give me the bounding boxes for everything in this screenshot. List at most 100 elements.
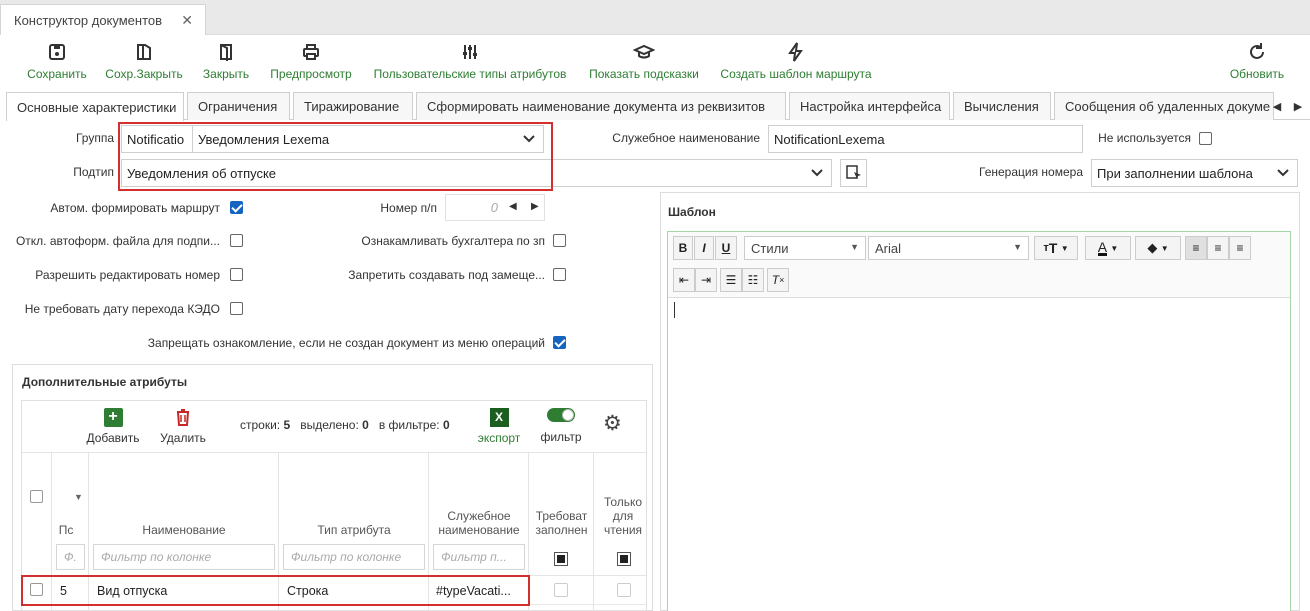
lightning-icon [788,42,803,62]
tabs-next-icon[interactable]: ▶ [1287,92,1309,120]
excel-icon: X [489,408,509,427]
header-required-line2[interactable]: заполнен [529,523,594,537]
create-route-template-button[interactable]: Создать шаблон маршрута [716,38,876,82]
header-pos[interactable]: Пс [52,523,80,537]
save-close-button[interactable]: Сохр.Закрыть [102,38,186,82]
indent-icon[interactable]: ⇥ [695,268,717,292]
cell-service: #typeVacati... [436,584,511,598]
header-service-line1[interactable]: Служебное [429,509,529,523]
tab-deleted-messages[interactable]: Сообщения об удаленных докуме [1054,92,1274,120]
group-code-field[interactable]: Notificatio [121,125,193,153]
auto-route-checkbox[interactable] [230,201,243,214]
header-service-line2[interactable]: наименование [429,523,529,537]
graduation-cap-icon [633,44,655,59]
tab-restrictions[interactable]: Ограничения [187,92,290,120]
bullet-list-icon[interactable]: ☰ [720,268,742,292]
sliders-icon [463,45,477,59]
tabs-prev-icon[interactable]: ◀ [1266,92,1288,120]
subtype-select[interactable]: Уведомления об отпуске [121,159,832,187]
filter-type-input[interactable]: Фильтр по колонке [283,544,425,570]
tab-replication[interactable]: Тиражирование [293,92,413,120]
forbid-acquaint-checkbox[interactable] [553,336,566,349]
chevron-down-icon: ▼ [850,242,859,252]
header-name[interactable]: Наименование [89,523,279,537]
spinner-decrease-icon[interactable]: ◀ [509,201,517,212]
italic-button[interactable]: I [694,236,714,260]
filter-readonly-checkbox[interactable] [617,552,631,566]
no-kedo-date-label: Не требовать дату перехода КЭДО [24,302,220,316]
number-spinner[interactable]: 0 [445,194,545,221]
tab-main[interactable]: Основные характеристики [6,92,184,121]
underline-button[interactable]: U [715,236,737,260]
group-select[interactable]: Уведомления Lexema [192,125,544,153]
background-color-icon[interactable]: ◆ ▼ [1135,236,1181,260]
number-generation-select[interactable]: При заполнении шаблона [1091,159,1298,187]
document-tab[interactable]: Конструктор документов ✕ [0,4,206,35]
header-readonly-line1[interactable]: Только [594,495,652,509]
template-title: Шаблон [668,205,716,219]
select-all-checkbox[interactable] [30,490,43,503]
header-required-line1[interactable]: Требоват [529,509,594,523]
header-type[interactable]: Тип атрибута [279,523,429,537]
bold-button[interactable]: B [673,236,693,260]
styles-select[interactable]: Стили ▼ [744,236,866,260]
cell-required-checkbox[interactable] [554,583,568,597]
refresh-button[interactable]: Обновить [1226,38,1288,82]
clear-format-icon[interactable]: T × [767,268,789,292]
preview-button[interactable]: Предпросмотр [266,38,356,82]
disable-autoform-checkbox[interactable] [230,234,243,247]
header-readonly-line2[interactable]: для [594,509,652,523]
cell-readonly-checkbox[interactable] [617,583,631,597]
spinner-increase-icon[interactable]: ▶ [531,201,539,212]
acquaint-accountant-checkbox[interactable] [553,234,566,247]
export-button[interactable]: X экспорт [474,408,524,445]
plus-icon: + [103,408,123,427]
no-kedo-date-checkbox[interactable] [230,302,243,315]
custom-attribute-types-button[interactable]: Пользовательские типы атрибутов [368,38,572,82]
not-used-checkbox[interactable] [1199,132,1212,145]
acquaint-accountant-label: Ознакамливать бухгалтера по зп [361,234,545,248]
add-attribute-button[interactable]: + Добавить [84,408,142,445]
save-button[interactable]: Сохранить [22,38,92,82]
delete-attribute-button[interactable]: Удалить [156,408,210,445]
font-size-icon[interactable]: тT ▼ [1034,236,1078,260]
auto-route-label: Автом. формировать маршрут [50,201,220,215]
number-generation-label: Генерация номера [979,165,1083,179]
font-select[interactable]: Arial ▼ [868,236,1029,260]
subtype-label: Подтип [73,165,114,179]
close-button[interactable]: Закрыть [198,38,254,82]
refresh-icon [1250,43,1264,59]
printer-icon [303,44,319,60]
cell-pos: 5 [60,584,67,598]
filter-required-checkbox[interactable] [554,552,568,566]
allow-edit-number-checkbox[interactable] [230,268,243,281]
align-right-icon[interactable]: ≡ [1229,236,1251,260]
filter-toggle[interactable]: фильтр [536,408,586,444]
service-name-input[interactable]: NotificationLexema [768,125,1083,153]
sort-caret-icon[interactable]: ▼ [74,492,83,502]
filter-service-input[interactable]: Фильтр п... [433,544,525,570]
align-left-icon[interactable]: ≡ [1185,236,1207,260]
text-color-icon[interactable]: A ▼ [1085,236,1131,260]
forbid-deputy-checkbox[interactable] [553,268,566,281]
filter-name-input[interactable]: Фильтр по колонке [93,544,275,570]
tab-calculations[interactable]: Вычисления [953,92,1051,120]
form-tabs: Основные характеристики Ограничения Тира… [6,92,1310,121]
show-hints-button[interactable]: Показать подсказки [584,38,704,82]
number-label: Номер п/п [380,201,437,215]
gear-icon[interactable]: ⚙ [603,413,625,436]
header-readonly-line3[interactable]: чтения [594,523,652,537]
pick-subtype-button[interactable] [840,159,867,187]
close-tab-icon[interactable]: ✕ [181,12,193,29]
filter-pos-input[interactable]: Ф. [56,544,85,570]
forbid-acquaint-label: Запрещать ознакомление, если не создан д… [147,336,545,350]
editor-content-area[interactable] [668,297,1290,611]
tab-interface-settings[interactable]: Настройка интерфейса [789,92,950,120]
numbered-list-icon[interactable]: ☷ [742,268,764,292]
outdent-icon[interactable]: ⇤ [673,268,695,292]
align-center-icon[interactable]: ≡ [1207,236,1229,260]
row-select-checkbox[interactable] [30,583,43,596]
window-tab-bar: Конструктор документов ✕ [0,0,1310,35]
tab-name-from-props[interactable]: Сформировать наименование документа из р… [416,92,786,120]
allow-edit-number-label: Разрешить редактировать номер [35,268,220,282]
